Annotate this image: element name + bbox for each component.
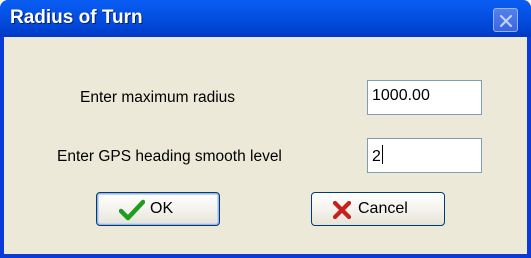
max-radius-value: 1000.00	[372, 87, 430, 104]
cancel-label: Cancel	[358, 200, 408, 217]
dialog-client-area: Enter maximum radius 1000.00 Enter GPS h…	[4, 37, 527, 254]
close-button[interactable]	[493, 8, 518, 32]
max-radius-input[interactable]: 1000.00	[367, 80, 482, 115]
smooth-level-value: 2	[372, 148, 381, 165]
smooth-level-input[interactable]: 2	[367, 138, 482, 173]
x-icon	[333, 201, 351, 219]
smooth-level-label: Enter GPS heading smooth level	[57, 148, 282, 165]
text-caret	[381, 145, 383, 164]
ok-label: OK	[150, 200, 174, 217]
window-title: Radius of Turn	[10, 7, 143, 28]
checkmark-icon	[119, 199, 145, 221]
dialog-window: Radius of Turn Enter maximum radius 1000…	[0, 0, 531, 258]
title-bar[interactable]: Radius of Turn	[0, 0, 531, 37]
max-radius-label: Enter maximum radius	[80, 89, 236, 106]
cancel-button[interactable]: Cancel	[311, 192, 445, 226]
ok-button[interactable]: OK	[96, 192, 220, 226]
close-icon	[499, 14, 513, 28]
